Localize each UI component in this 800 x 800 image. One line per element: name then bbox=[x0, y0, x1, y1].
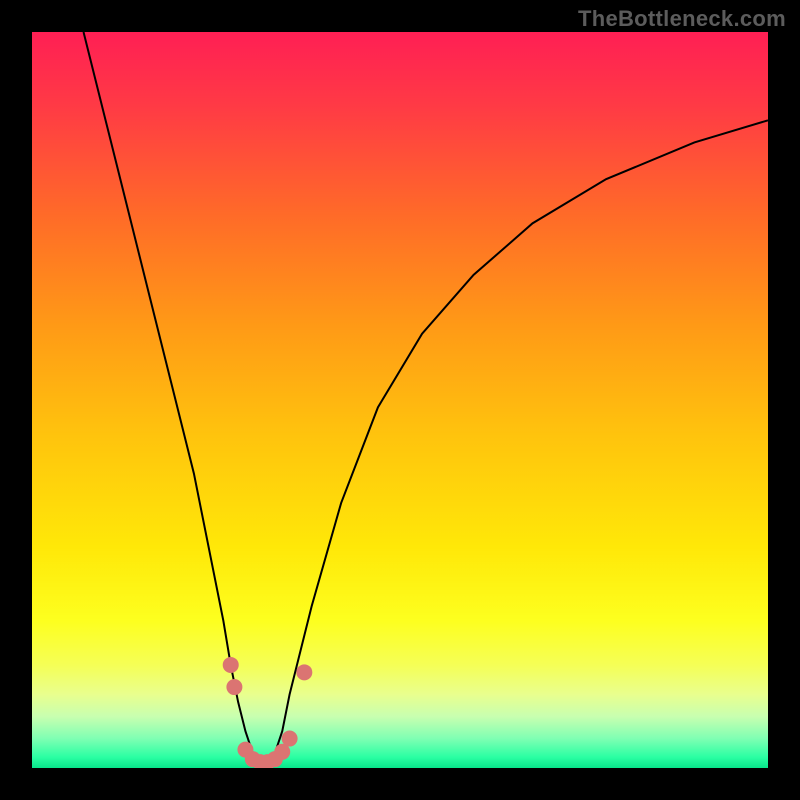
plot-area bbox=[32, 32, 768, 768]
data-marker bbox=[226, 679, 242, 695]
watermark-text: TheBottleneck.com bbox=[578, 6, 786, 32]
chart-frame: TheBottleneck.com bbox=[0, 0, 800, 800]
data-marker bbox=[223, 657, 239, 673]
data-marker bbox=[282, 731, 298, 747]
gradient-background bbox=[32, 32, 768, 768]
data-marker bbox=[296, 664, 312, 680]
bottleneck-chart bbox=[32, 32, 768, 768]
